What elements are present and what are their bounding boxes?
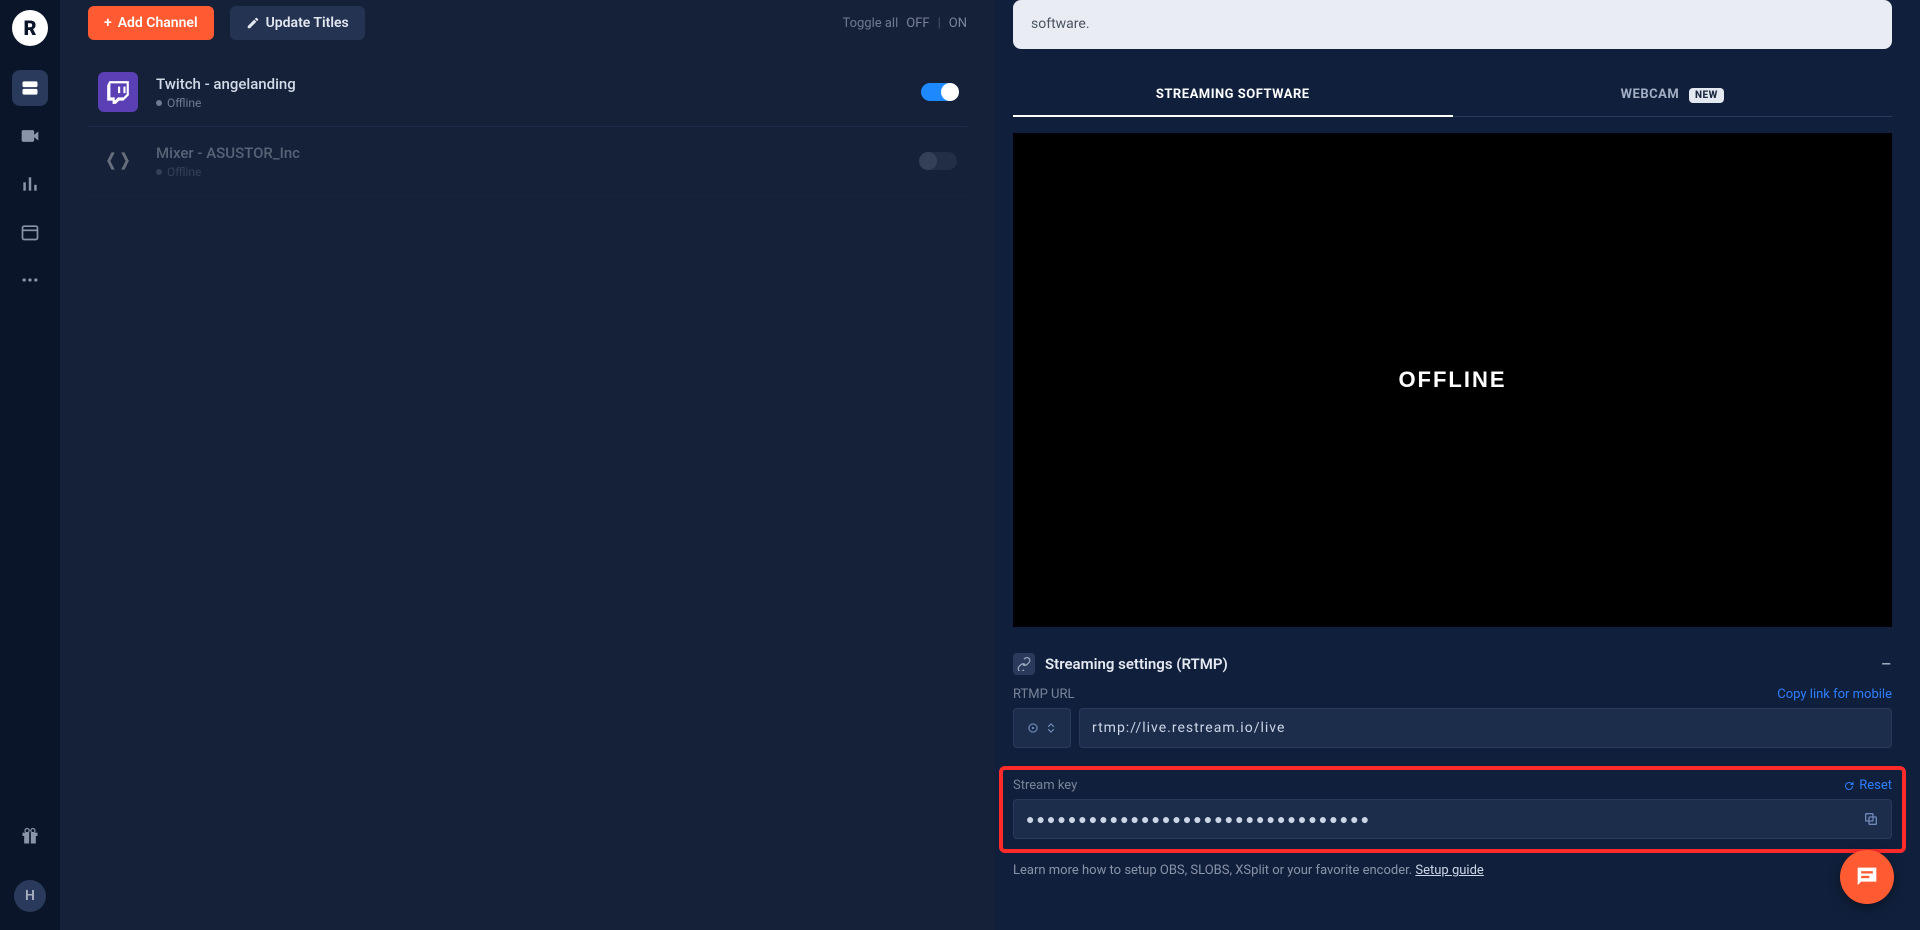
server-icon xyxy=(20,78,40,98)
channel-title: Twitch - angelanding xyxy=(156,75,921,93)
setup-footnote: Learn more how to setup OBS, SLOBS, XSpl… xyxy=(1013,863,1892,878)
channels-panel: + Add Channel Update Titles Toggle all O… xyxy=(60,0,995,930)
source-tabs: STREAMING SOFTWARE WEBCAM NEW xyxy=(1013,73,1892,117)
nav-analytics[interactable] xyxy=(12,166,48,202)
info-box: software. xyxy=(1013,0,1892,49)
nav-more[interactable] xyxy=(12,262,48,298)
channel-row[interactable]: Twitch - angelanding Offline xyxy=(88,58,967,127)
dots-icon xyxy=(20,270,40,290)
sidebar: R H xyxy=(0,0,60,930)
pencil-icon xyxy=(246,16,260,30)
twitch-logo xyxy=(98,72,138,112)
stream-setup-panel: software. STREAMING SOFTWARE WEBCAM NEW … xyxy=(995,0,1920,930)
preview-status: OFFLINE xyxy=(1398,367,1506,393)
stream-preview: OFFLINE xyxy=(1013,133,1892,627)
status-dot xyxy=(156,100,162,106)
collapse-icon[interactable]: − xyxy=(1881,654,1892,674)
plus-icon: + xyxy=(104,15,112,31)
add-channel-label: Add Channel xyxy=(118,15,198,31)
add-channel-button[interactable]: + Add Channel xyxy=(88,6,214,40)
gift-icon xyxy=(20,826,40,846)
stream-key-input[interactable] xyxy=(1026,811,1855,827)
rtmp-url-field: RTMP URL Copy link for mobile xyxy=(1013,687,1892,748)
status-dot xyxy=(156,169,162,175)
channel-row[interactable]: Mixer - ASUSTOR_Inc Offline xyxy=(88,127,967,196)
footnote-text: Learn more how to setup OBS, SLOBS, XSpl… xyxy=(1013,863,1415,878)
setup-guide-link[interactable]: Setup guide xyxy=(1415,863,1483,878)
user-avatar[interactable]: H xyxy=(14,880,46,912)
calendar-icon xyxy=(20,222,40,242)
tab-streaming-software[interactable]: STREAMING SOFTWARE xyxy=(1013,73,1453,116)
copy-stream-key[interactable] xyxy=(1863,811,1879,827)
mixer-logo xyxy=(98,141,138,181)
toggle-all-on[interactable]: ON xyxy=(949,16,967,31)
twitch-icon xyxy=(105,79,131,105)
chart-icon xyxy=(20,174,40,194)
camera-icon xyxy=(20,126,40,146)
stream-key-field: Stream key Reset xyxy=(1013,778,1892,839)
tab-webcam-label: WEBCAM xyxy=(1621,87,1680,102)
app-logo[interactable]: R xyxy=(12,10,48,46)
rtmp-url-label: RTMP URL xyxy=(1013,687,1074,702)
help-chat-button[interactable] xyxy=(1840,850,1894,904)
update-titles-button[interactable]: Update Titles xyxy=(230,6,365,40)
new-badge: NEW xyxy=(1689,88,1724,103)
stream-key-highlight: Stream key Reset xyxy=(999,766,1906,853)
channels-toolbar: + Add Channel Update Titles Toggle all O… xyxy=(88,0,967,58)
toggle-separator: | xyxy=(938,16,941,31)
settings-title: Streaming settings (RTMP) xyxy=(1045,655,1228,673)
channel-status: Offline xyxy=(167,96,201,110)
chat-icon xyxy=(1853,863,1881,891)
channel-title: Mixer - ASUSTOR_Inc xyxy=(156,144,921,162)
target-icon xyxy=(1026,721,1040,735)
nav-camera[interactable] xyxy=(12,118,48,154)
reset-stream-key[interactable]: Reset xyxy=(1843,778,1892,793)
streaming-settings-header[interactable]: Streaming settings (RTMP) − xyxy=(1013,645,1892,687)
stream-key-label: Stream key xyxy=(1013,778,1077,793)
mixer-icon xyxy=(105,148,131,174)
reset-label: Reset xyxy=(1859,778,1892,793)
link-icon xyxy=(1013,653,1035,675)
nav-dashboard[interactable] xyxy=(12,70,48,106)
toggle-all-off[interactable]: OFF xyxy=(906,16,929,31)
channel-toggle[interactable] xyxy=(921,83,957,101)
copy-link-mobile[interactable]: Copy link for mobile xyxy=(1777,687,1892,702)
nav-schedule[interactable] xyxy=(12,214,48,250)
refresh-icon xyxy=(1843,780,1855,792)
chevrons-icon xyxy=(1044,721,1058,735)
tab-webcam[interactable]: WEBCAM NEW xyxy=(1453,73,1893,116)
rtmp-location-button[interactable] xyxy=(1013,708,1071,748)
toggle-all-label: Toggle all xyxy=(842,16,898,31)
rtmp-url-input[interactable] xyxy=(1092,720,1879,736)
nav-gift[interactable] xyxy=(12,818,48,854)
channel-toggle[interactable] xyxy=(921,152,957,170)
channel-status: Offline xyxy=(167,165,201,179)
update-titles-label: Update Titles xyxy=(266,15,349,31)
copy-icon xyxy=(1863,811,1879,827)
